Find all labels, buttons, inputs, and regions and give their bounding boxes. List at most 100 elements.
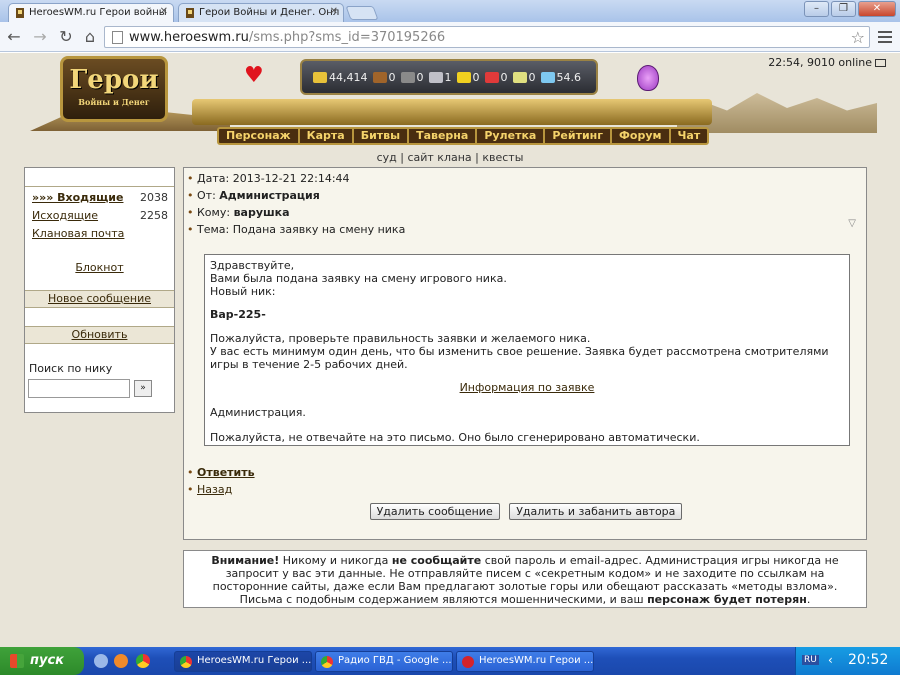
minimize-icon[interactable]: – bbox=[804, 1, 829, 17]
sidebar-item-clan-mail[interactable]: Клановая почта bbox=[25, 225, 174, 243]
wood-icon bbox=[372, 72, 387, 83]
outbox-link[interactable]: Исходящие bbox=[32, 209, 98, 225]
tray-expand-icon[interactable]: ‹ bbox=[828, 653, 833, 667]
message-date-row: • Дата: 2013-12-21 22:14:44 bbox=[184, 171, 866, 188]
reply-link[interactable]: Ответить bbox=[197, 466, 255, 479]
sidebar-item-outbox[interactable]: Исходящие 2258 bbox=[25, 207, 174, 225]
reload-icon[interactable]: ↻ bbox=[56, 27, 76, 47]
url-path: /sms.php?sms_id=370195266 bbox=[248, 30, 446, 45]
notebook-link[interactable]: Блокнот bbox=[75, 261, 123, 274]
to-label: Кому: bbox=[197, 206, 231, 219]
nav-item[interactable]: Чат bbox=[671, 129, 708, 143]
yandex-icon bbox=[462, 656, 474, 668]
triangle-down-icon[interactable]: ▽ bbox=[848, 218, 856, 229]
from-label: От: bbox=[197, 189, 216, 202]
body-line-1: Вами была подана заявку на смену игровог… bbox=[210, 272, 507, 285]
browser-menu-icon[interactable] bbox=[878, 28, 892, 46]
message-body: Здравствуйте, Вами была подана заявку на… bbox=[204, 254, 850, 446]
request-info-link[interactable]: Информация по заявке bbox=[210, 381, 844, 394]
new-message-link[interactable]: Новое сообщение bbox=[48, 292, 151, 305]
logo-subtitle: Войны и Денег bbox=[78, 97, 150, 107]
language-indicator[interactable]: RU bbox=[802, 655, 819, 665]
nick-search-input[interactable] bbox=[28, 379, 130, 398]
forward-arrow-icon[interactable]: → bbox=[30, 27, 50, 47]
bullet-icon: • bbox=[187, 483, 194, 496]
inbox-count: 2038 bbox=[140, 191, 168, 204]
taskbar-item-radio[interactable]: Радио ГВД - Google ... bbox=[315, 651, 453, 672]
bullet-icon: • bbox=[187, 172, 194, 185]
folder-list: »»» Входящие 2038 Исходящие 2258 Кланова… bbox=[25, 187, 174, 243]
new-tab-button[interactable] bbox=[345, 6, 379, 20]
body-signature: Администрация. bbox=[210, 406, 306, 419]
taskbar-item-heroeswm-2[interactable]: HeroesWM.ru Герои ... bbox=[456, 651, 594, 672]
nick-search: » bbox=[28, 379, 174, 399]
nav-item[interactable]: Рейтинг bbox=[545, 129, 613, 143]
tab-close-icon[interactable]: ✕ bbox=[160, 6, 168, 17]
sidebar-top-spacer bbox=[25, 168, 174, 187]
sidebar-item-inbox[interactable]: »»» Входящие 2038 bbox=[25, 189, 174, 207]
quicklaunch-firefox-icon[interactable] bbox=[114, 654, 128, 668]
delete-ban-author-button[interactable]: Удалить и забанить автора bbox=[509, 503, 683, 520]
browser-tab-heroeswm[interactable]: HeroesWM.ru Герои войны ✕ bbox=[8, 3, 174, 22]
home-icon[interactable]: ⌂ bbox=[80, 27, 100, 47]
gold-icon bbox=[313, 72, 327, 83]
clan-mail-link[interactable]: Клановая почта bbox=[32, 227, 124, 243]
sub-links[interactable]: суд | сайт клана | квесты bbox=[0, 151, 900, 164]
start-button[interactable]: пуск bbox=[0, 647, 84, 675]
refresh-link[interactable]: Обновить bbox=[72, 328, 128, 341]
back-arrow-icon[interactable]: ← bbox=[4, 27, 24, 47]
tab-close-icon[interactable]: ✕ bbox=[330, 6, 338, 17]
nav-item[interactable]: Битвы bbox=[354, 129, 410, 143]
message-sender: Администрация bbox=[219, 189, 320, 202]
message-actions: • Ответить • Назад bbox=[184, 465, 255, 499]
nav-item[interactable]: Персонаж bbox=[219, 129, 300, 143]
warning-strong-2: персонаж будет потерян bbox=[647, 593, 807, 606]
task-label: HeroesWM.ru Герои ... bbox=[479, 655, 594, 666]
delete-message-button[interactable]: Удалить сообщение bbox=[369, 503, 500, 520]
task-label: Радио ГВД - Google ... bbox=[338, 655, 452, 666]
mercury-icon bbox=[428, 72, 443, 83]
bullet-icon: • bbox=[187, 223, 194, 236]
clock: 20:52 bbox=[848, 652, 889, 668]
taskbar-item-heroeswm[interactable]: HeroesWM.ru Герои ... bbox=[174, 651, 312, 672]
crystal-icon bbox=[484, 72, 499, 83]
start-label: пуск bbox=[30, 653, 64, 668]
mail-icon[interactable] bbox=[875, 59, 886, 67]
nav-item[interactable]: Таверна bbox=[409, 129, 478, 143]
restore-icon[interactable]: ❐ bbox=[831, 1, 856, 17]
message-date: 2013-12-21 22:14:44 bbox=[232, 172, 350, 185]
game-logo[interactable]: Герои Войны и Денег bbox=[60, 56, 168, 122]
security-warning: Внимание! Никому и никогда не сообщайте … bbox=[183, 550, 867, 608]
search-go-button[interactable]: » bbox=[134, 380, 152, 397]
browser-tab-heroes-online[interactable]: Герои Войны и Денег. Онл ✕ bbox=[178, 3, 344, 22]
message-to-row: • Кому: варушка bbox=[184, 205, 866, 222]
warning-text-3: . bbox=[806, 593, 811, 606]
nav-item[interactable]: Карта bbox=[300, 129, 354, 143]
potion-icon[interactable] bbox=[637, 65, 659, 91]
back-link[interactable]: Назад bbox=[197, 483, 232, 496]
outbox-count: 2258 bbox=[140, 209, 168, 222]
resources-panel: 44,414 0 0 1 0 0 0 54.6 bbox=[300, 59, 598, 95]
bookmark-star-icon[interactable]: ☆ bbox=[851, 28, 865, 47]
address-bar[interactable]: www.heroeswm.ru/sms.php?sms_id=370195266… bbox=[104, 26, 870, 48]
quicklaunch-chrome-icon[interactable] bbox=[136, 654, 150, 668]
body-new-nick: Вар-225- bbox=[210, 308, 266, 321]
body-greeting: Здравствуйте, bbox=[210, 259, 295, 272]
message-from-row: • От: Администрация bbox=[184, 188, 866, 205]
knight-favicon-icon bbox=[186, 8, 194, 18]
message-recipient: варушка bbox=[233, 206, 290, 219]
quicklaunch-desktop-icon[interactable] bbox=[94, 654, 108, 668]
nav-item[interactable]: Форум bbox=[612, 129, 671, 143]
browser-tab-label: HeroesWM.ru Герои войны bbox=[29, 7, 167, 18]
sulfur-icon bbox=[456, 72, 471, 83]
back-row: • Назад bbox=[184, 482, 255, 499]
date-label: Дата: bbox=[197, 172, 230, 185]
diamond-icon bbox=[540, 72, 555, 83]
nav-item[interactable]: Рулетка bbox=[477, 129, 546, 143]
inbox-link[interactable]: »»» Входящие bbox=[32, 191, 123, 207]
close-window-icon[interactable]: ✕ bbox=[858, 1, 896, 17]
health-heart-icon[interactable]: ♥ bbox=[244, 65, 264, 87]
resource-value: 0 bbox=[472, 71, 480, 84]
windows-taskbar: пуск HeroesWM.ru Герои ... Радио ГВД - G… bbox=[0, 647, 900, 675]
url-domain: www.heroeswm.ru bbox=[129, 30, 249, 45]
